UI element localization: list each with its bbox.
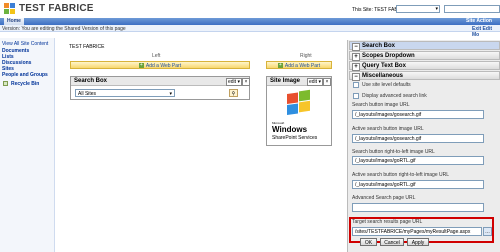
field-label: Search button right-to-left image URL [352, 149, 435, 155]
search-button-image-url-input[interactable]: /_layouts/images/gosearch.gif [352, 110, 484, 119]
search-box-web-part: Search Box edit ▾ × All Sites ▾ ⚲ [70, 76, 250, 100]
zone-left-title: Left [152, 53, 161, 59]
logo-text-sharepoint: SharePoint Services [272, 135, 318, 141]
add-web-part-button-left[interactable]: + Add a Web Part [70, 61, 250, 69]
field-label: Advanced Search page URL [352, 195, 416, 201]
advanced-search-url-input[interactable] [352, 203, 484, 212]
active-search-button-image-url-input[interactable]: /_layouts/images/gosearch.gif [352, 134, 484, 143]
expand-icon[interactable]: + [352, 53, 360, 61]
sharepoint-logo-image: Microsoft Windows SharePoint Services [270, 87, 328, 142]
field-label: Active search button image URL [352, 126, 424, 132]
logo-text-windows: Windows [272, 125, 308, 134]
section-query-text-box[interactable]: + Query Text Box [349, 61, 500, 71]
field-label: Active search button right-to-left image… [352, 172, 449, 178]
plus-icon: + [138, 62, 144, 69]
exit-edit-mode-link[interactable]: Exit Edit Mo [472, 26, 500, 38]
browse-icon[interactable]: … [483, 227, 492, 236]
search-go-icon[interactable]: ⚲ [229, 89, 238, 97]
collapse-icon[interactable]: − [352, 43, 360, 51]
top-nav-bar [0, 18, 500, 25]
active-rtl-image-url-input[interactable]: /_layouts/images/goRTL.gif [352, 180, 484, 189]
expand-icon[interactable]: + [352, 63, 360, 71]
web-part-header: Search Box edit ▾ × [71, 77, 250, 86]
target-results-url-input[interactable]: /sites/TESTFABRICE/myPages/myResultPage.… [352, 227, 482, 236]
apply-button[interactable]: Apply [407, 238, 429, 246]
view-all-content-link[interactable]: View All Site Content [2, 41, 48, 47]
site-logo-icon [4, 3, 16, 14]
close-icon[interactable]: × [323, 78, 331, 86]
recycle-bin-link[interactable]: Recycle Bin [11, 81, 39, 87]
cancel-button[interactable]: Cancel [380, 238, 404, 246]
web-part-title: Search Box [74, 78, 108, 84]
site-title[interactable]: TEST FABRICE [19, 3, 94, 14]
field-label: Target search results page URL [352, 219, 423, 225]
section-scopes-dropdown[interactable]: + Scopes Dropdown [349, 51, 500, 61]
chevron-down-icon: ▾ [435, 6, 438, 12]
tool-pane-title: − Search Box [349, 41, 500, 51]
display-advanced-checkbox[interactable] [353, 93, 359, 99]
zone-right-title: Right [300, 53, 312, 59]
plus-icon: + [277, 62, 283, 69]
close-icon[interactable]: × [242, 78, 250, 86]
web-part-header: Site Image edit ▾ × [267, 77, 331, 86]
edit-menu-button[interactable]: edit ▾ [226, 78, 242, 86]
section-miscellaneous[interactable]: − Miscellaneous [349, 71, 500, 81]
field-label: Search button image URL [352, 102, 410, 108]
ok-button[interactable]: OK [360, 238, 377, 246]
edit-menu-button[interactable]: edit ▾ [307, 78, 323, 86]
nav-item-people-groups[interactable]: People and Groups [2, 72, 48, 78]
page-title: TEST FABRICE [69, 44, 105, 50]
chevron-down-icon: ▾ [169, 91, 172, 97]
use-site-defaults-label: Use site level defaults [362, 82, 411, 88]
display-advanced-label: Display advanced search link [362, 93, 427, 99]
search-input[interactable] [444, 5, 500, 13]
version-status-text: Version: You are editing the Shared Vers… [2, 26, 126, 32]
use-site-defaults-checkbox[interactable] [353, 82, 359, 88]
rtl-image-url-input[interactable]: /_layouts/images/goRTL.gif [352, 156, 484, 165]
site-actions-menu[interactable]: Site Action [466, 18, 500, 25]
add-web-part-button-right[interactable]: + Add a Web Part [266, 61, 332, 69]
search-scope-select[interactable]: ▾ [396, 5, 440, 13]
web-part-title: Site Image [270, 78, 301, 84]
scope-dropdown[interactable]: All Sites ▾ [75, 89, 175, 97]
recycle-bin-icon [3, 81, 8, 86]
collapse-icon[interactable]: − [352, 73, 360, 81]
tab-home[interactable]: Home [4, 18, 24, 25]
